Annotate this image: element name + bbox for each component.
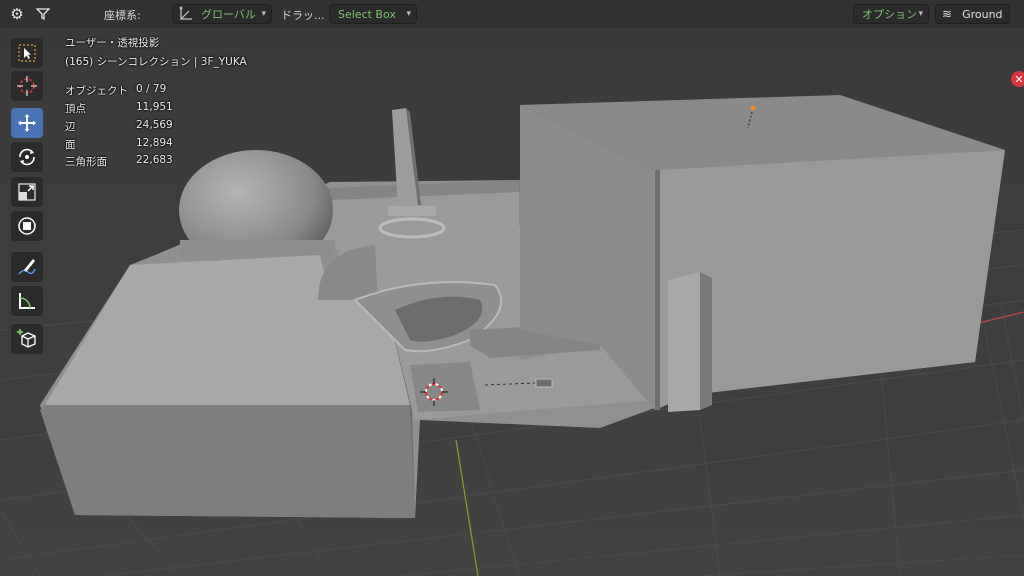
add-cube-tool[interactable] bbox=[11, 324, 43, 354]
cursor-icon bbox=[17, 76, 37, 96]
options-label: オプション bbox=[862, 8, 917, 21]
scale-tool[interactable] bbox=[11, 177, 43, 207]
stat-label: 辺 bbox=[65, 121, 76, 133]
chevron-down-icon: ▾ bbox=[918, 9, 923, 19]
options-dropdown[interactable]: オプション ▾ bbox=[853, 4, 929, 24]
orientation-axes-icon bbox=[179, 6, 192, 20]
measure-icon bbox=[19, 293, 35, 309]
close-badge-button[interactable]: ✕ bbox=[1011, 71, 1024, 87]
select-box-icon bbox=[18, 44, 36, 62]
transform-icon bbox=[18, 217, 36, 235]
filter-button[interactable] bbox=[32, 4, 54, 24]
light-origin-icon bbox=[750, 105, 756, 111]
stat-value: 24,569 bbox=[136, 119, 173, 131]
stat-value: 0 / 79 bbox=[136, 83, 167, 95]
move-icon bbox=[18, 114, 36, 132]
snap-target-button[interactable]: ≋ Ground bbox=[935, 4, 1010, 24]
orientation-dropdown[interactable]: グローバル ▾ bbox=[172, 4, 272, 24]
chevron-down-icon: ▾ bbox=[406, 9, 411, 19]
transform-tool[interactable] bbox=[11, 211, 43, 241]
filter-icon bbox=[36, 8, 50, 21]
annotate-tool[interactable] bbox=[11, 252, 43, 282]
orientation-label: 座標系: bbox=[104, 9, 141, 22]
scale-icon bbox=[18, 183, 36, 201]
drag-mode-value: Select Box bbox=[338, 7, 396, 21]
stat-label: 三角形面 bbox=[65, 156, 107, 168]
stat-label: オブジェクト bbox=[65, 85, 128, 97]
orientation-value: グローバル bbox=[201, 8, 256, 21]
viewport-header: ⚙ 座標系: グローバル ▾ ドラッ... Select Box ▾ オプション… bbox=[0, 0, 1024, 28]
chevron-down-icon: ▾ bbox=[261, 9, 266, 19]
stat-value: 22,683 bbox=[136, 154, 173, 166]
stat-label: 面 bbox=[65, 139, 76, 151]
settings-button[interactable]: ⚙ bbox=[6, 4, 28, 24]
stat-label: 頂点 bbox=[65, 103, 86, 115]
move-tool[interactable] bbox=[11, 108, 43, 138]
annotate-icon bbox=[18, 259, 36, 275]
snap-target-label: Ground bbox=[962, 7, 1003, 21]
select-box-tool[interactable] bbox=[11, 38, 43, 68]
snap-icon: ≋ bbox=[942, 7, 953, 21]
drag-label: ドラッ... bbox=[281, 9, 325, 22]
rotate-icon bbox=[19, 148, 35, 166]
gear-icon: ⚙ bbox=[10, 5, 24, 23]
measure-tool[interactable] bbox=[11, 286, 43, 316]
stat-value: 11,951 bbox=[136, 101, 173, 113]
add-cube-icon bbox=[17, 329, 36, 348]
close-icon: ✕ bbox=[1014, 72, 1024, 86]
rotate-tool[interactable] bbox=[11, 142, 43, 172]
cursor-tool[interactable] bbox=[11, 71, 43, 101]
collection-info: (165) シーンコレクション | 3F_YUKA bbox=[65, 56, 247, 68]
view-name: ユーザー・透視投影 bbox=[65, 37, 160, 49]
drag-mode-dropdown[interactable]: Select Box ▾ bbox=[329, 4, 417, 24]
stat-value: 12,894 bbox=[136, 137, 173, 149]
